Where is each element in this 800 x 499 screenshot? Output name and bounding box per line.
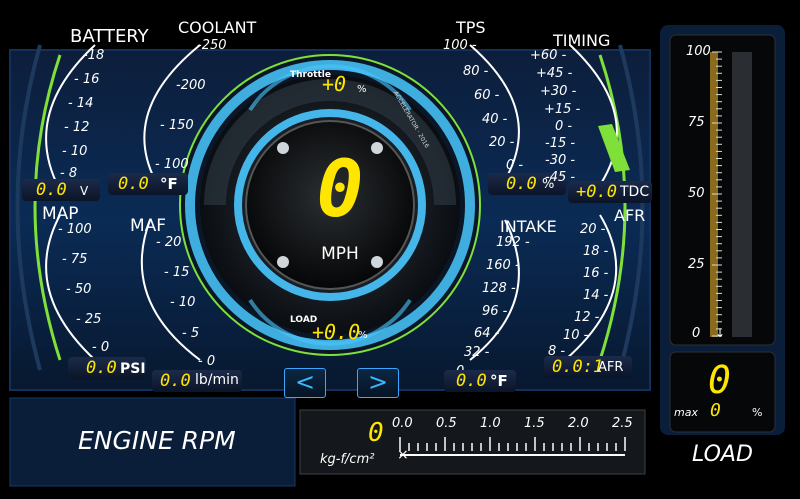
coolant-unit: °F (160, 175, 178, 193)
battery-tick: - 10 (62, 144, 88, 159)
afr-tick: 20 - (580, 222, 606, 237)
map-unit: PSI (120, 361, 146, 377)
coolant-tick: -200 (176, 78, 206, 93)
boost-scale-label: 2.5 (612, 416, 633, 431)
afr-tick: 16 - (583, 266, 609, 281)
tps-title: TPS (456, 18, 486, 37)
coolant-tick: - 100 (155, 157, 189, 172)
coolant-tick: -250 (197, 38, 227, 53)
tps-tick: 0 - (506, 158, 524, 173)
load-pct-label: % (752, 406, 763, 419)
intake-tick: 64 - (474, 326, 500, 341)
intake-tick: 160 - (486, 258, 520, 273)
map-title: MAP (42, 204, 79, 224)
tps-value: 0.0 (506, 174, 537, 194)
maf-value: 0.0 (160, 371, 191, 391)
load-panel-value: 0 (708, 358, 731, 402)
timing-value: +0.0 (576, 182, 617, 202)
maf-unit: lb/min (195, 372, 239, 388)
maf-tick: - 15 (164, 265, 190, 280)
battery-tick: - 12 (64, 120, 90, 135)
tps-tick: 80 - (463, 64, 489, 79)
engine-rpm-title: ENGINE RPM (78, 426, 236, 455)
timing-unit: TDC (620, 184, 650, 200)
afr-title: AFR (614, 206, 646, 225)
battery-unit: V (80, 184, 89, 198)
tps-tick: 20 - (489, 135, 515, 150)
load-panel-title: LOAD (692, 442, 753, 467)
load-scale-label: 25 (688, 257, 705, 272)
afr-tick: 18 - (583, 244, 609, 259)
load-scale-label: 0 (692, 326, 701, 341)
maf-tick: - 0 (198, 354, 216, 369)
coolant-value: 0.0 (118, 174, 149, 194)
timing-tick: +45 - (536, 66, 573, 81)
afr-unit: AFR (598, 360, 624, 375)
afr-tick: 10 - (563, 328, 589, 343)
intake-tick: 32 - (464, 345, 490, 360)
map-tick: - 0 (92, 340, 110, 355)
load-unit: % (358, 330, 368, 341)
coolant-tick: - 150 (160, 118, 194, 133)
prev-page-button[interactable]: < (284, 368, 326, 398)
boost-scale-label: 1.5 (524, 416, 545, 431)
timing-tick: +60 - (530, 48, 567, 63)
battery-tick: - 16 (74, 72, 100, 87)
timing-tick: +15 - (544, 102, 581, 117)
maf-tick: - 10 (170, 295, 196, 310)
coolant-title: COOLANT (178, 18, 257, 37)
speed-value: 0 (316, 145, 364, 235)
intake-tick: 96 - (482, 304, 508, 319)
boost-scale-label: 0.0 (392, 416, 413, 431)
timing-tick: 0 - (555, 119, 573, 134)
maf-title: MAF (130, 216, 167, 236)
load-scale-label: 50 (688, 186, 705, 201)
load-max-label: max (674, 406, 698, 419)
boost-bar: × (397, 437, 626, 463)
map-tick: - 75 (62, 252, 88, 267)
timing-tick: +30 - (540, 84, 577, 99)
load-max-value: 0 (710, 400, 721, 421)
load-scale-ticks: ↓ (712, 51, 725, 340)
battery-value: 0.0 (36, 180, 67, 200)
map-tick: - 100 (58, 222, 92, 237)
maf-tick: - 5 (182, 326, 200, 341)
tps-tick: 40 - (482, 112, 508, 127)
afr-tick: 12 - (574, 310, 600, 325)
boost-scale-label: 2.0 (568, 416, 589, 431)
throttle-unit: % (357, 84, 367, 95)
intake-tick: 192 - (496, 235, 530, 250)
intake-tick: 128 - (482, 281, 516, 296)
throttle-value: +0 (322, 72, 347, 96)
tps-tick: 60 - (474, 88, 500, 103)
load-value: +0.0 (312, 320, 361, 344)
speed-unit: MPH (321, 244, 359, 264)
timing-tick: -30 - (545, 153, 576, 168)
tps-tick: 100 - (443, 38, 477, 53)
maf-tick: - 20 (156, 235, 182, 250)
timing-tick: -15 - (545, 136, 576, 151)
battery-title: BATTERY (70, 26, 149, 47)
map-tick: - 50 (66, 282, 92, 297)
boost-unit: kg-f/cm² (320, 452, 375, 467)
intake-unit: °F (490, 372, 508, 390)
map-tick: - 25 (76, 312, 102, 327)
intake-value: 0.0 (456, 371, 487, 391)
dashboard: BATTERY -18 - 16 - 14 - 12 - 10 - 8 0.0 … (0, 0, 800, 499)
battery-tick: - 14 (68, 96, 94, 111)
intake-title: INTAKE (500, 217, 557, 236)
battery-tick: -18 (83, 48, 105, 63)
next-page-button[interactable]: > (357, 368, 399, 398)
load-scale-label: 100 (686, 44, 711, 59)
load-level-arrow-icon: ↓ (715, 326, 725, 340)
boost-needle-marker: × (397, 447, 409, 463)
boost-scale-label: 0.5 (436, 416, 457, 431)
afr-value: 0.0:1 (552, 357, 604, 377)
map-value: 0.0 (86, 358, 117, 378)
boost-value: 0 (368, 418, 384, 448)
boost-scale-label: 1.0 (480, 416, 501, 431)
load-scale-label: 75 (688, 115, 705, 130)
afr-tick: 14 - (583, 288, 609, 303)
